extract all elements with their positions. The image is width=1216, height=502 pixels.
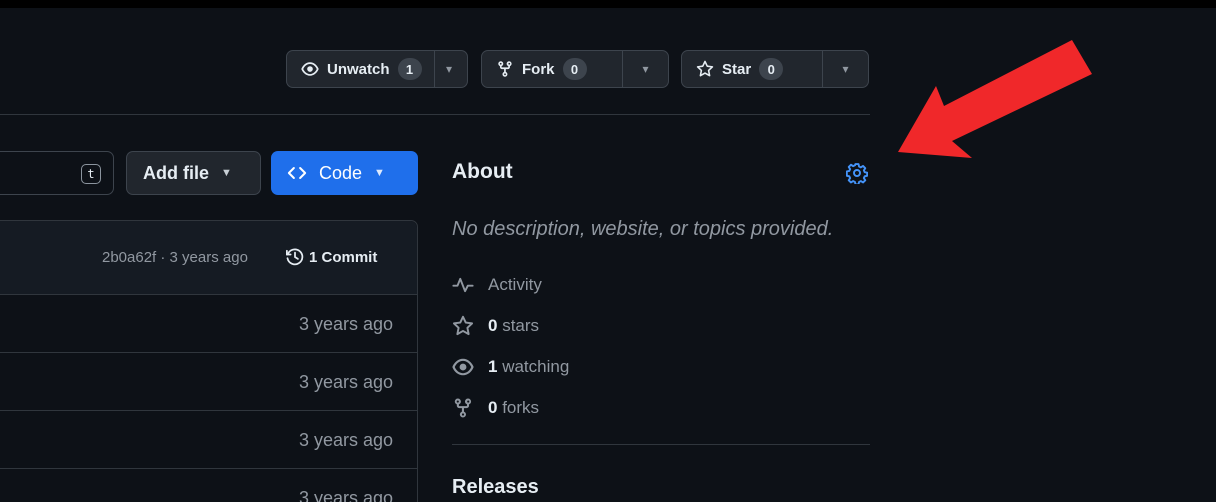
annotation-arrow <box>898 40 1092 158</box>
